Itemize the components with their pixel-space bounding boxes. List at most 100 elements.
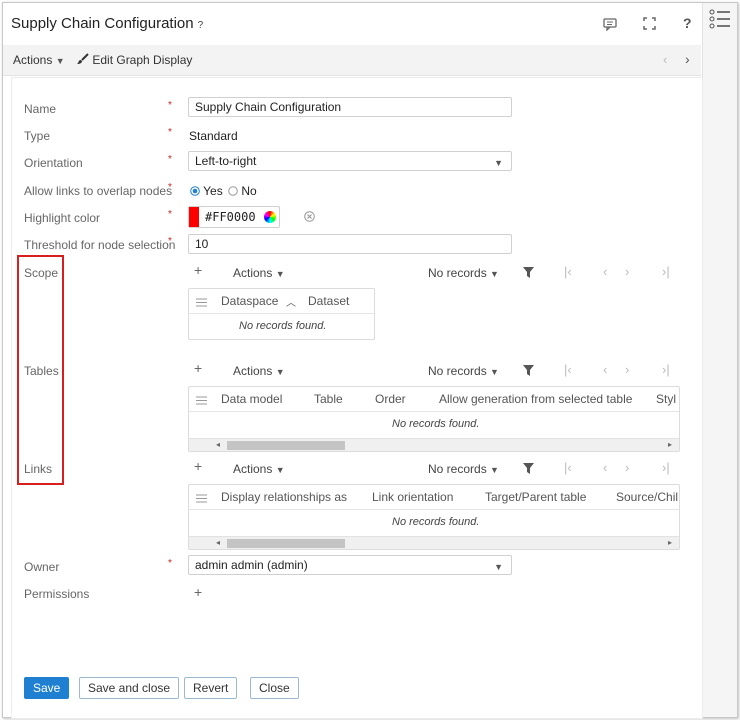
add-scope-button[interactable]: + xyxy=(194,262,202,278)
brush-icon xyxy=(77,53,89,67)
links-records-select[interactable]: No records ▼ xyxy=(428,462,499,476)
filter-icon[interactable] xyxy=(523,365,534,379)
comment-icon[interactable] xyxy=(603,17,617,34)
save-button[interactable]: Save xyxy=(24,677,70,699)
close-button[interactable]: Close xyxy=(250,677,299,699)
orientation-select[interactable]: Left-to-right ▼ xyxy=(188,151,512,171)
sort-asc-icon[interactable]: ︿ xyxy=(286,294,296,309)
chevron-down-icon: ▼ xyxy=(275,269,285,279)
chevron-down-icon: ▼ xyxy=(490,269,499,279)
actions-menu[interactable]: Actions ▼ xyxy=(13,53,65,67)
color-wheel-icon[interactable] xyxy=(264,211,276,223)
prev-page-icon[interactable]: ‹ xyxy=(603,460,607,475)
column-header[interactable]: Styl xyxy=(656,392,676,406)
chevron-down-icon: ▼ xyxy=(490,465,499,475)
dialog-frame: Supply Chain Configuration? ? Actions ▼ … xyxy=(2,2,738,719)
next-record-icon[interactable]: › xyxy=(685,51,690,67)
page-title: Supply Chain Configuration? xyxy=(11,15,204,32)
column-header[interactable]: Dataspace xyxy=(221,294,278,308)
required-mark: * xyxy=(168,154,172,165)
next-page-icon[interactable]: › xyxy=(625,362,629,377)
last-page-icon[interactable]: ›| xyxy=(662,362,670,377)
scope-grid: Dataspace ︿ Dataset No records found. xyxy=(188,288,375,340)
column-header[interactable]: Allow generation from selected table xyxy=(439,392,632,406)
type-label: Type xyxy=(24,129,51,143)
prev-page-icon[interactable]: ‹ xyxy=(603,362,607,377)
chevron-down-icon: ▼ xyxy=(55,56,65,66)
tables-grid-header: Data model Table Order Allow generation … xyxy=(189,387,679,412)
links-grid-header: Display relationships as Link orientatio… xyxy=(189,485,679,510)
help-icon[interactable]: ? xyxy=(683,15,692,31)
filter-icon[interactable] xyxy=(523,463,534,477)
scope-records-select[interactable]: No records ▼ xyxy=(428,266,499,280)
scrollbar-thumb[interactable] xyxy=(227,441,345,450)
threshold-input[interactable]: 10 xyxy=(188,234,512,254)
required-mark: * xyxy=(168,236,172,247)
next-page-icon[interactable]: › xyxy=(625,264,629,279)
edit-graph-display-button[interactable]: Edit Graph Display xyxy=(77,53,192,67)
clear-icon[interactable] xyxy=(304,211,315,225)
next-page-icon[interactable]: › xyxy=(625,460,629,475)
form-panel: Name * Supply Chain Configuration Type *… xyxy=(11,77,703,719)
column-header[interactable]: Link orientation xyxy=(372,490,453,504)
last-page-icon[interactable]: ›| xyxy=(662,264,670,279)
first-page-icon[interactable]: |‹ xyxy=(564,460,572,475)
scope-actions-menu[interactable]: Actions ▼ xyxy=(233,266,285,280)
highlight-box xyxy=(17,255,64,485)
horizontal-scrollbar[interactable]: ◂ ▸ xyxy=(189,438,679,451)
required-mark: * xyxy=(168,558,172,569)
add-permission-button[interactable]: + xyxy=(194,584,202,600)
empty-message: No records found. xyxy=(392,418,480,430)
drag-handle-icon[interactable] xyxy=(196,296,207,310)
highlight-color-value: #FF0000 xyxy=(205,210,256,224)
highlight-color-field[interactable]: #FF0000 xyxy=(188,206,280,228)
chevron-down-icon: ▼ xyxy=(275,367,285,377)
overlap-yes-radio[interactable]: Yes xyxy=(190,184,223,198)
orientation-label: Orientation xyxy=(24,156,83,170)
overlap-no-radio[interactable]: No xyxy=(228,184,257,198)
highlight-color-label: Highlight color xyxy=(24,211,101,225)
revert-button[interactable]: Revert xyxy=(184,677,238,699)
chevron-down-icon: ▼ xyxy=(494,158,503,168)
name-input[interactable]: Supply Chain Configuration xyxy=(188,97,512,117)
column-header[interactable]: Data model xyxy=(221,392,282,406)
last-page-icon[interactable]: ›| xyxy=(662,460,670,475)
fullscreen-icon[interactable] xyxy=(643,17,656,33)
column-header[interactable]: Source/Chil xyxy=(616,490,678,504)
list-icon[interactable] xyxy=(709,9,731,32)
required-mark: * xyxy=(168,100,172,111)
prev-record-icon[interactable]: ‹ xyxy=(663,52,667,67)
save-and-close-button[interactable]: Save and close xyxy=(79,677,180,699)
drag-handle-icon[interactable] xyxy=(196,394,207,408)
tables-actions-menu[interactable]: Actions ▼ xyxy=(233,364,285,378)
first-page-icon[interactable]: |‹ xyxy=(564,264,572,279)
scroll-right-icon[interactable]: ▸ xyxy=(668,538,672,547)
owner-label: Owner xyxy=(24,560,60,574)
first-page-icon[interactable]: |‹ xyxy=(564,362,572,377)
links-actions-menu[interactable]: Actions ▼ xyxy=(233,462,285,476)
drag-handle-icon[interactable] xyxy=(196,492,207,506)
required-mark: * xyxy=(168,209,172,220)
chevron-down-icon: ▼ xyxy=(490,367,499,377)
column-header[interactable]: Dataset xyxy=(308,294,349,308)
required-mark: * xyxy=(168,127,172,138)
links-grid: Display relationships as Link orientatio… xyxy=(188,484,680,550)
scroll-left-icon[interactable]: ◂ xyxy=(216,440,220,449)
color-swatch xyxy=(189,207,199,227)
horizontal-scrollbar[interactable]: ◂ ▸ xyxy=(189,536,679,549)
scrollbar-thumb[interactable] xyxy=(227,539,345,548)
add-table-button[interactable]: + xyxy=(194,360,202,376)
prev-page-icon[interactable]: ‹ xyxy=(603,264,607,279)
title-help-mark[interactable]: ? xyxy=(198,20,204,31)
scroll-right-icon[interactable]: ▸ xyxy=(668,440,672,449)
scroll-left-icon[interactable]: ◂ xyxy=(216,538,220,547)
required-mark: * xyxy=(168,182,172,193)
tables-records-select[interactable]: No records ▼ xyxy=(428,364,499,378)
column-header[interactable]: Table xyxy=(314,392,343,406)
add-link-button[interactable]: + xyxy=(194,458,202,474)
filter-icon[interactable] xyxy=(523,267,534,281)
column-header[interactable]: Order xyxy=(375,392,406,406)
column-header[interactable]: Display relationships as xyxy=(221,490,347,504)
owner-select[interactable]: admin admin (admin) ▼ xyxy=(188,555,512,575)
column-header[interactable]: Target/Parent table xyxy=(485,490,586,504)
